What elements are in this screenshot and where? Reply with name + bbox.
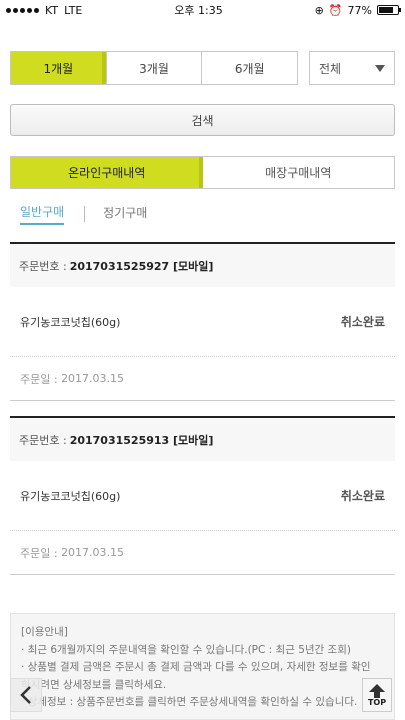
status-filter-select[interactable]: 전체: [309, 51, 395, 85]
order-item: 유기농코코넛칩(60g) 취소완료: [10, 461, 395, 531]
order-number-label: 주문번호 :: [19, 433, 67, 447]
notice-line: 하시려면 상세정보를 클릭하세요.: [21, 678, 167, 691]
order-number-label: 주문번호 :: [19, 259, 67, 273]
notice-line: · 상품별 결제 금액은 주문시 총 결제 금액과 다를 수 있으며, 자세한 …: [21, 661, 371, 673]
chevron-left-icon: [20, 686, 31, 704]
back-button[interactable]: [10, 678, 42, 712]
clock: 오후 1:35: [174, 4, 223, 17]
battery-fill: [379, 7, 393, 13]
search-button[interactable]: 검색: [10, 104, 395, 136]
subtab-divider: [84, 206, 86, 222]
period-1-month-button[interactable]: 1개월: [11, 52, 107, 84]
carrier: KT: [45, 3, 59, 17]
battery-percent: 77%: [347, 3, 372, 17]
order-status: 취소완료: [340, 489, 385, 503]
notice-line: · 상세정보 : 상품주문번호를 클릭하면 주문상세내역을 확인하실 수 있습니…: [21, 696, 358, 708]
product-name[interactable]: 유기농코코넛칩(60g): [20, 488, 120, 504]
status-right: ⊕ ⏰ 77%: [314, 3, 401, 17]
order-header: 주문번호 : 2017031525913 [모바일]: [10, 418, 395, 461]
product-name[interactable]: 유기농코코넛칩(60g): [20, 314, 120, 330]
tab-store-purchases[interactable]: 매장구매내역: [203, 157, 395, 188]
order-item: 유기농코코넛칩(60g) 취소완료: [10, 287, 395, 357]
chevron-down-icon: [375, 64, 385, 72]
status-filter-value: 전체: [319, 61, 342, 76]
order-date-label: 주문일 :: [20, 546, 58, 560]
order-header: 주문번호 : 2017031525927 [모바일]: [10, 244, 395, 287]
purchase-tabs: 온라인구매내역 매장구매내역: [10, 156, 395, 189]
order-card: 주문번호 : 2017031525927 [모바일] 유기농코코넛칩(60g) …: [10, 242, 395, 401]
top-label: TOP: [367, 697, 387, 707]
period-filter: 1개월 3개월 6개월 전체: [10, 51, 395, 85]
order-number-link[interactable]: 2017031525913 [모바일]: [70, 432, 214, 448]
network-type: LTE: [64, 3, 83, 17]
subtab-general[interactable]: 일반구매: [20, 203, 65, 225]
order-status: 취소완료: [340, 315, 385, 329]
notice-title: [이용안내]: [21, 626, 68, 638]
order-date-row: 주문일 : 2017.03.15: [10, 531, 395, 575]
order-number-link[interactable]: 2017031525927 [모바일]: [70, 258, 214, 274]
period-3-month-button[interactable]: 3개월: [107, 52, 203, 84]
order-card: 주문번호 : 2017031525913 [모바일] 유기농코코넛칩(60g) …: [10, 416, 395, 575]
status-left: KT LTE: [6, 4, 82, 17]
order-date: 2017.03.15: [61, 372, 125, 385]
alarm-icon: ⏰: [328, 3, 343, 17]
order-date-label: 주문일 :: [20, 372, 58, 386]
order-date: 2017.03.15: [61, 546, 125, 559]
notice-line: · 최근 6개월까지의 주문내역을 확인할 수 있습니다.(PC : 최근 5년…: [21, 643, 351, 656]
order-date-row: 주문일 : 2017.03.15: [10, 357, 395, 401]
usage-notice: [이용안내] · 최근 6개월까지의 주문내역을 확인할 수 있습니다.(PC …: [10, 613, 395, 720]
tab-online-purchases[interactable]: 온라인구매내역: [11, 157, 203, 188]
subtab-subscription[interactable]: 정기구매: [103, 204, 147, 224]
signal-icon: [6, 7, 39, 13]
lock-rotation-icon: ⊕: [314, 3, 324, 17]
scroll-top-button[interactable]: TOP: [362, 678, 392, 712]
battery-icon: [377, 5, 401, 15]
status-bar: KT LTE 오후 1:35 ⊕ ⏰ 77%: [0, 0, 405, 20]
period-segment: 1개월 3개월 6개월: [10, 51, 298, 85]
purchase-subtabs: 일반구매 정기구매: [20, 203, 147, 225]
arrow-up-icon: [369, 683, 385, 698]
period-6-month-button[interactable]: 6개월: [202, 52, 297, 84]
